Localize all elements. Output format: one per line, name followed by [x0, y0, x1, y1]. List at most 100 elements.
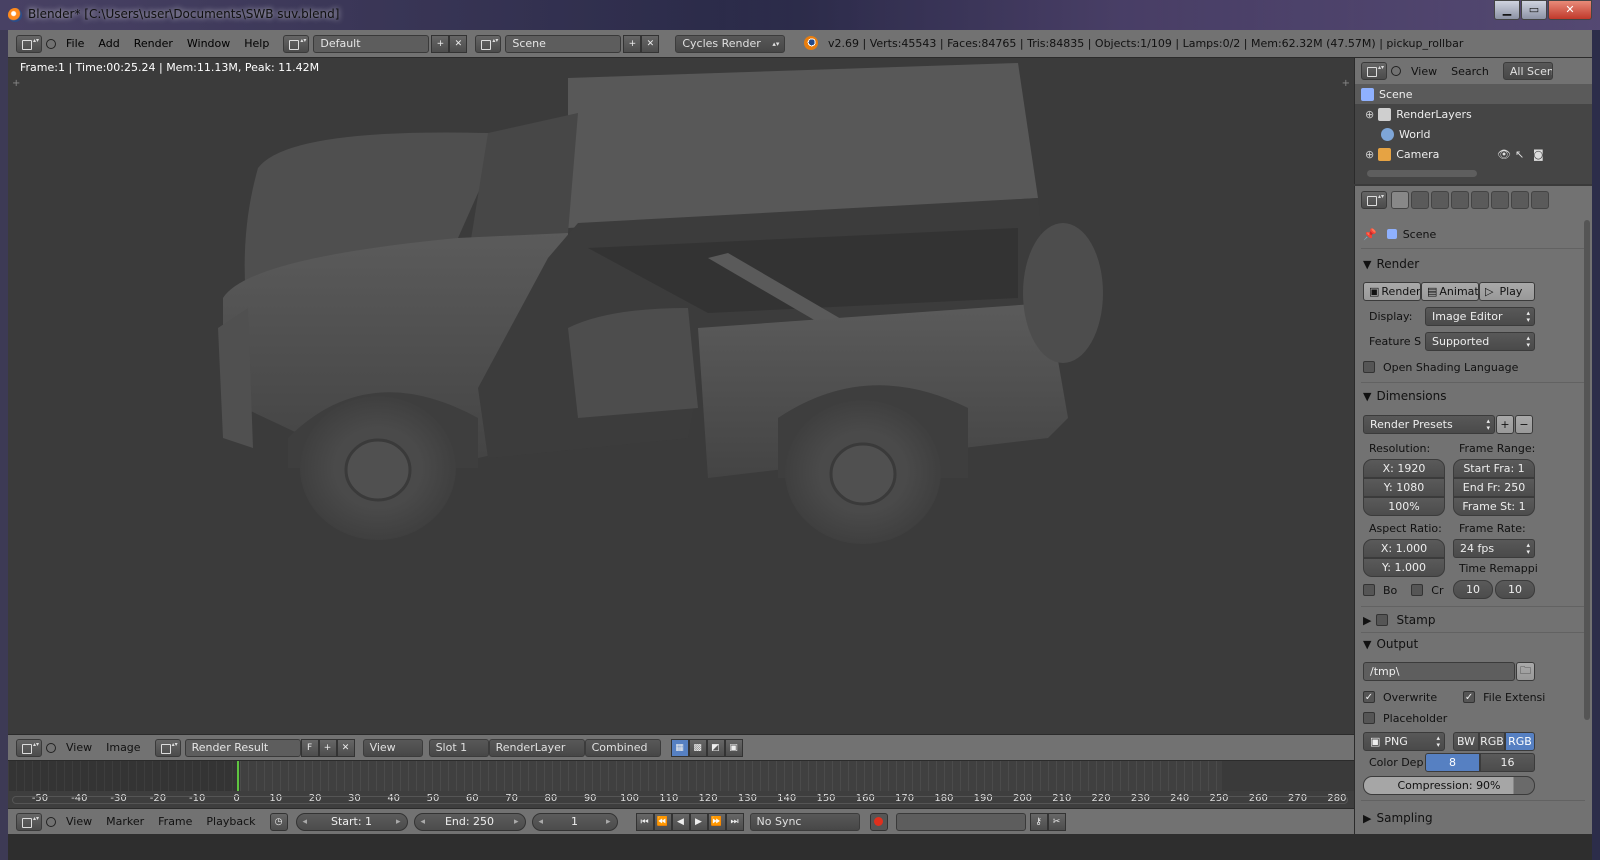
play-icon[interactable]: ▶ — [689, 812, 708, 831]
dimensions-panel-header[interactable]: ▼ Dimensions — [1363, 386, 1447, 406]
maximize-button[interactable]: ▭ — [1521, 0, 1547, 20]
jump-start-icon[interactable]: ⏮ — [635, 812, 654, 831]
frame-step-field[interactable]: Frame St: 1 — [1453, 497, 1535, 516]
menu-frame[interactable]: Frame — [158, 815, 192, 828]
end-frame-field[interactable]: End: 250 — [413, 812, 526, 831]
properties-editor-type-icon[interactable] — [1361, 191, 1387, 209]
expand-icon[interactable]: ⊕ — [1365, 108, 1374, 121]
slot-dropdown[interactable]: Slot 1 — [428, 738, 489, 757]
view-mode-dropdown[interactable]: View — [362, 738, 423, 757]
color-depth-16-button[interactable]: 16 — [1480, 753, 1535, 772]
stamp-panel-header[interactable]: ▶ Stamp — [1363, 610, 1435, 630]
image-browse-icon[interactable] — [154, 738, 181, 757]
add-layout-icon[interactable]: + — [431, 34, 450, 53]
color-bw-button[interactable]: BW — [1453, 732, 1479, 751]
modifiers-tab-icon[interactable] — [1511, 191, 1529, 209]
menu-window[interactable]: Window — [187, 37, 230, 50]
image-name-field[interactable]: Render Result — [184, 738, 301, 757]
aspect-x-field[interactable]: X: 1.000 — [1363, 539, 1445, 558]
overlay-icon[interactable]: ▣ — [724, 738, 743, 757]
selectable-cursor-icon[interactable]: ↖ — [1515, 148, 1524, 161]
start-frame-field[interactable]: Start Fra: 1 — [1453, 459, 1535, 478]
add-preset-button[interactable]: + — [1496, 415, 1514, 434]
z-buffer-icon[interactable]: ◩ — [706, 738, 725, 757]
renderable-camera-icon[interactable]: ◙ — [1533, 148, 1544, 161]
collapse-menu-icon[interactable] — [46, 816, 56, 827]
visibility-eye-icon[interactable]: 👁 — [1497, 148, 1511, 161]
minimize-button[interactable]: ▁ — [1494, 0, 1520, 20]
color-rgba-button[interactable]: RGB — [1505, 732, 1535, 751]
jump-prev-keyframe-icon[interactable]: ⏪ — [653, 812, 672, 831]
file-extension-checkbox[interactable]: ✓ — [1463, 691, 1476, 703]
file-format-dropdown[interactable]: ▣ PNG ▴ ▾ — [1363, 732, 1445, 751]
remove-preset-button[interactable]: − — [1515, 415, 1533, 434]
image-editor-viewport[interactable]: Frame:1 | Time:00:25.24 | Mem:11.13M, Pe… — [8, 58, 1354, 734]
timeline-scrollbar[interactable] — [12, 796, 1348, 804]
compression-slider[interactable]: Compression: 90% — [1363, 776, 1535, 795]
resolution-x-field[interactable]: X: 1920 — [1363, 459, 1445, 478]
record-icon[interactable] — [869, 812, 888, 831]
menu-file[interactable]: File — [66, 37, 84, 50]
delete-scene-icon[interactable]: ✕ — [641, 34, 660, 53]
display-dropdown[interactable]: Image Editor ▴ ▾ — [1425, 307, 1535, 326]
outliner-row-world[interactable]: World — [1355, 124, 1592, 144]
scene-icon[interactable] — [475, 34, 502, 53]
placeholder-row[interactable]: Placeholder — [1363, 708, 1447, 728]
outliner-tree[interactable]: Scene ⊕ RenderLayers World ⊕ Camera 👁 ↖ … — [1354, 84, 1592, 184]
scene-tab-icon[interactable] — [1431, 191, 1449, 209]
outliner-editor-type-icon[interactable] — [1361, 62, 1387, 80]
timeline[interactable]: -50 -40 -30 -20 -10 0 10 20 30 40 50 60 70 80 90 100 110… — [8, 760, 1354, 809]
overwrite-row[interactable]: ✓ Overwrite ✓ File Extensi — [1363, 687, 1545, 707]
jump-end-icon[interactable]: ⏭ — [725, 812, 744, 831]
stamp-checkbox[interactable] — [1376, 614, 1389, 626]
placeholder-checkbox[interactable] — [1363, 712, 1375, 724]
menu-render[interactable]: Render — [134, 37, 173, 50]
keying-set-field[interactable] — [895, 812, 1026, 831]
outliner-filter-dropdown[interactable]: All Scenes — [1502, 62, 1553, 80]
preview-range-icon[interactable]: ◷ — [269, 812, 288, 831]
object-tab-icon[interactable] — [1471, 191, 1489, 209]
timeline-editor-type-icon[interactable] — [16, 812, 42, 831]
menu-image[interactable]: Image — [106, 741, 140, 754]
screen-layout-icon[interactable] — [283, 34, 310, 53]
insert-keyframe-icon[interactable]: ⚷ — [1029, 812, 1048, 831]
feature-set-dropdown[interactable]: Supported ▴ ▾ — [1425, 332, 1535, 351]
menu-playback[interactable]: Playback — [206, 815, 255, 828]
add-scene-icon[interactable]: + — [623, 34, 642, 53]
pin-icon[interactable]: 📌 — [1363, 228, 1377, 241]
delete-layout-icon[interactable]: ✕ — [449, 34, 468, 53]
overwrite-checkbox[interactable]: ✓ — [1363, 691, 1375, 703]
image-editor-type-icon[interactable] — [16, 738, 42, 757]
end-frame-field[interactable]: End Fr: 250 — [1453, 478, 1535, 497]
menu-view[interactable]: View — [66, 815, 92, 828]
sampling-panel-header[interactable]: ▶ Sampling — [1363, 808, 1433, 828]
remap-old-field[interactable]: 10 — [1453, 580, 1493, 599]
outliner-row-camera[interactable]: ⊕ Camera 👁 ↖ ◙ — [1355, 144, 1592, 164]
new-image-icon[interactable]: + — [318, 738, 337, 757]
render-presets-dropdown[interactable]: Render Presets ▴ ▾ — [1363, 415, 1495, 434]
remap-new-field[interactable]: 10 — [1495, 580, 1535, 599]
alpha-icon[interactable]: ▩ — [688, 738, 707, 757]
menu-add[interactable]: Add — [98, 37, 119, 50]
render-layer-dropdown[interactable]: RenderLayer — [488, 738, 585, 757]
output-path-field[interactable]: /tmp\ — [1363, 662, 1515, 681]
start-frame-field[interactable]: Start: 1 — [295, 812, 408, 831]
render-engine-dropdown[interactable]: Cycles Render ▴▾ — [675, 34, 786, 53]
resolution-percent-field[interactable]: 100% — [1363, 497, 1445, 516]
menu-marker[interactable]: Marker — [106, 815, 144, 828]
expand-icon[interactable]: ⊕ — [1365, 148, 1374, 161]
resolution-y-field[interactable]: Y: 1080 — [1363, 478, 1445, 497]
fake-user-button[interactable]: F — [300, 738, 319, 757]
menu-view[interactable]: View — [66, 741, 92, 754]
output-panel-header[interactable]: ▼ Output — [1363, 634, 1418, 654]
scene-field[interactable]: Scene — [505, 34, 622, 53]
jump-next-keyframe-icon[interactable]: ⏩ — [707, 812, 726, 831]
play-button[interactable]: ▷ Play — [1479, 282, 1535, 301]
close-button[interactable]: ✕ — [1548, 0, 1592, 20]
browse-folder-icon[interactable]: 🗀 — [1516, 662, 1535, 681]
world-tab-icon[interactable] — [1451, 191, 1469, 209]
render-layers-tab-icon[interactable] — [1411, 191, 1429, 209]
draw-image-icon[interactable]: ▦ — [670, 738, 689, 757]
current-frame-field[interactable]: 1 — [531, 812, 618, 831]
outliner-scrollbar[interactable] — [1367, 170, 1477, 177]
